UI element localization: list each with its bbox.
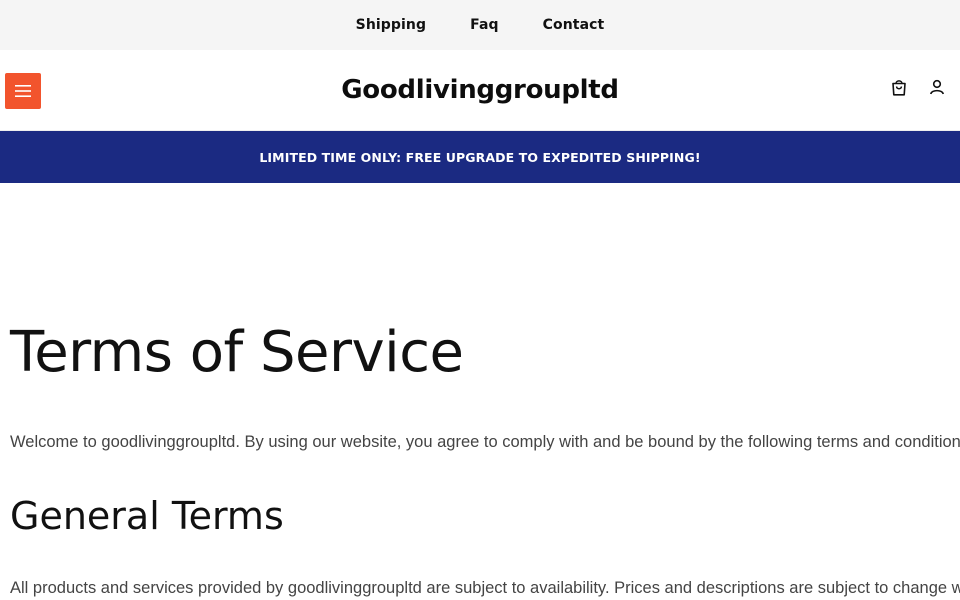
announcement-text: LIMITED TIME ONLY: FREE UPGRADE TO EXPED… [259, 149, 701, 165]
announcement-bar: LIMITED TIME ONLY: FREE UPGRADE TO EXPED… [0, 131, 960, 183]
nav-link-faq[interactable]: Faq [470, 17, 499, 33]
intro-paragraph: Welcome to goodlivinggroupltd. By using … [10, 433, 960, 451]
top-utility-bar: Shipping Faq Contact [0, 0, 960, 50]
section-heading-general-terms: General Terms [10, 494, 284, 538]
nav-link-contact[interactable]: Contact [543, 17, 605, 33]
main-content: Terms of Service Welcome to goodlivinggr… [0, 321, 960, 599]
nav-link-shipping[interactable]: Shipping [356, 17, 426, 33]
site-header: Goodlivinggroupltd [0, 50, 960, 131]
user-icon [930, 79, 944, 95]
hamburger-icon [15, 85, 31, 97]
cart-button[interactable] [890, 77, 908, 97]
shopping-bag-icon [892, 79, 906, 96]
menu-button[interactable] [5, 73, 41, 109]
account-button[interactable] [928, 77, 946, 97]
section-paragraph: All products and services provided by go… [10, 579, 960, 597]
site-logo[interactable]: Goodlivinggroupltd [341, 75, 619, 105]
page-title: Terms of Service [10, 320, 464, 385]
